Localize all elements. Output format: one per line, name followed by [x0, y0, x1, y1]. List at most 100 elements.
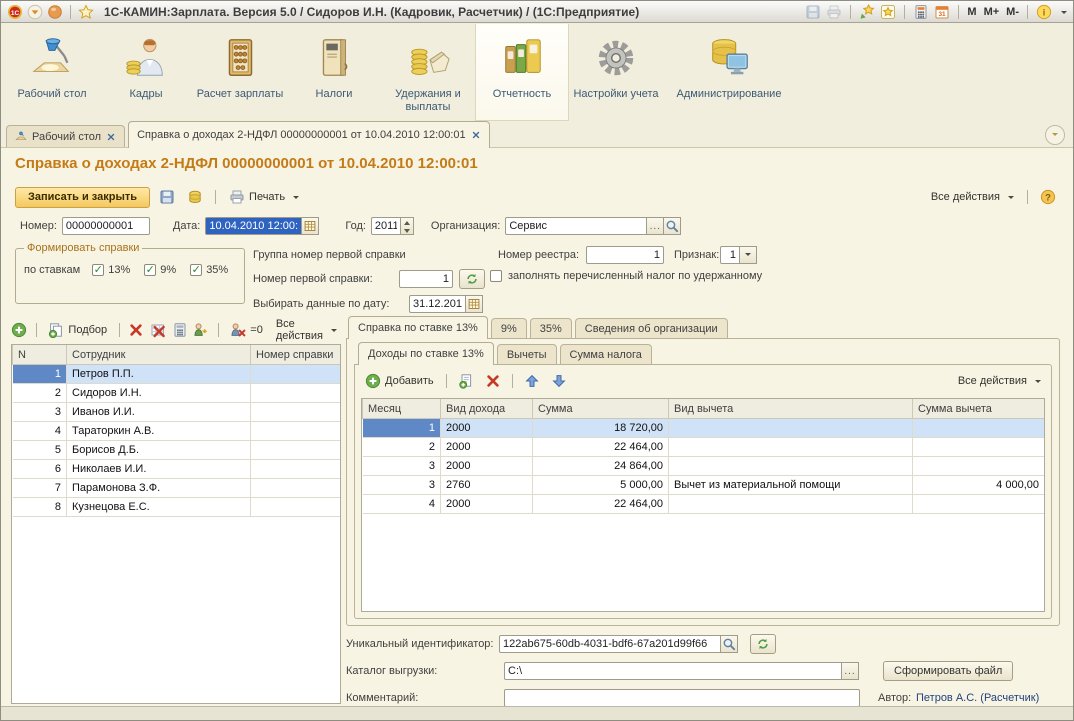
deduction-sum-cell[interactable] — [913, 495, 1045, 514]
employee-row[interactable]: 4 Тараторкин А.В. — [13, 422, 341, 441]
deduction-type-cell[interactable] — [669, 438, 913, 457]
tab-close-icon[interactable] — [471, 130, 481, 140]
deduction-type-cell[interactable]: Вычет из материальной помощи — [669, 476, 913, 495]
delete-income-row-button[interactable] — [482, 370, 504, 392]
deduction-type-cell[interactable] — [669, 457, 913, 476]
income-column-header[interactable]: Сумма — [533, 399, 669, 419]
employee-name-cell[interactable]: Николаев И.И. — [67, 460, 251, 479]
employee-cert-cell[interactable] — [251, 441, 341, 460]
income-type-cell[interactable]: 2760 — [441, 476, 533, 495]
document-tab[interactable]: Справка о доходах 2-НДФЛ 00000000001 от … — [128, 121, 490, 148]
clear-table-button[interactable] — [150, 319, 167, 341]
tab-close-icon[interactable] — [106, 132, 116, 142]
registry-number-input[interactable] — [586, 246, 664, 264]
employee-row[interactable]: 8 Кузнецова Е.С. — [13, 498, 341, 517]
employee-number-cell[interactable]: 2 — [13, 384, 67, 403]
income-sum-cell[interactable]: 22 464,00 — [533, 495, 669, 514]
print-menu-button[interactable]: Печать — [225, 187, 303, 207]
export-dir-input[interactable] — [504, 662, 842, 680]
deduction-sum-cell[interactable] — [913, 419, 1045, 438]
ribbon-section[interactable]: Администрирование — [663, 24, 795, 121]
rate-tab[interactable]: 9% — [491, 318, 527, 338]
employee-cert-cell[interactable] — [251, 403, 341, 422]
employee-number-cell[interactable]: 1 — [13, 365, 67, 384]
delete-row-button[interactable] — [128, 319, 145, 341]
income-column-header[interactable]: Сумма вычета — [913, 399, 1045, 419]
fill-employees-button[interactable] — [193, 319, 210, 341]
date-input[interactable] — [205, 217, 302, 235]
add-employee-button[interactable] — [11, 319, 28, 341]
employee-row[interactable]: 3 Иванов И.И. — [13, 403, 341, 422]
ribbon-section[interactable]: Расчет зарплаты — [193, 24, 287, 121]
income-month-cell[interactable]: 4 — [363, 495, 441, 514]
employee-row[interactable]: 1 Петров П.П. — [13, 365, 341, 384]
employee-row[interactable]: 2 Сидоров И.Н. — [13, 384, 341, 403]
income-type-cell[interactable]: 2000 — [441, 438, 533, 457]
memory-button[interactable]: М — [967, 6, 976, 18]
employee-row[interactable]: 7 Парамонова З.Ф. — [13, 479, 341, 498]
employees-column-header[interactable]: Номер справки — [251, 345, 341, 365]
help-button[interactable] — [1037, 186, 1059, 208]
employee-name-cell[interactable]: Сидоров И.Н. — [67, 384, 251, 403]
income-type-cell[interactable]: 2000 — [441, 495, 533, 514]
number-input[interactable] — [62, 217, 150, 235]
ribbon-section[interactable]: Кадры — [99, 24, 193, 121]
move-up-button[interactable] — [521, 370, 543, 392]
rate-tab[interactable]: Справка по ставке 13% — [348, 316, 488, 339]
rate-checkbox[interactable]: 13% — [92, 264, 130, 276]
org-select-button[interactable]: ... — [647, 217, 664, 235]
checkbox-icon[interactable] — [190, 264, 202, 276]
first-number-input[interactable] — [399, 270, 453, 288]
employee-row[interactable]: 5 Борисов Д.Б. — [13, 441, 341, 460]
pick-employees-button[interactable]: Подбор — [44, 320, 111, 340]
select-date-picker-button[interactable] — [466, 295, 483, 313]
employee-row[interactable]: 6 Николаев И.И. — [13, 460, 341, 479]
export-dir-select-button[interactable]: ... — [842, 662, 859, 680]
remove-zero-button[interactable]: =0 — [226, 320, 267, 340]
memory-button[interactable]: М+ — [984, 6, 1000, 18]
deduction-type-cell[interactable] — [669, 495, 913, 514]
income-row[interactable]: 1 2000 18 720,00 — [363, 419, 1045, 438]
income-month-cell[interactable]: 2 — [363, 438, 441, 457]
income-row[interactable]: 3 2760 5 000,00 Вычет из материальной по… — [363, 476, 1045, 495]
print-icon[interactable] — [826, 4, 842, 20]
make-file-button[interactable]: Сформировать файл — [883, 661, 1013, 681]
employee-cert-cell[interactable] — [251, 479, 341, 498]
checkbox-icon[interactable] — [144, 264, 156, 276]
org-input[interactable] — [505, 217, 647, 235]
income-sum-cell[interactable]: 5 000,00 — [533, 476, 669, 495]
employee-number-cell[interactable]: 7 — [13, 479, 67, 498]
employee-name-cell[interactable]: Кузнецова Е.С. — [67, 498, 251, 517]
income-month-cell[interactable]: 1 — [363, 419, 441, 438]
date-picker-button[interactable] — [302, 217, 319, 235]
income-column-header[interactable]: Вид дохода — [441, 399, 533, 419]
attr-dropdown-button[interactable] — [740, 246, 757, 264]
select-date-input[interactable] — [409, 295, 466, 313]
income-tab[interactable]: Доходы по ставке 13% — [358, 342, 494, 365]
uid-input[interactable] — [499, 635, 721, 653]
fill-tax-checkbox[interactable]: заполнять перечисленный налог по удержан… — [490, 270, 762, 282]
income-row[interactable]: 3 2000 24 864,00 — [363, 457, 1045, 476]
income-all-actions-button[interactable]: Все действия — [954, 373, 1045, 389]
income-type-cell[interactable]: 2000 — [441, 419, 533, 438]
checkbox-icon[interactable] — [92, 264, 104, 276]
add-income-button[interactable]: Добавить — [361, 371, 438, 391]
year-input[interactable] — [371, 217, 401, 235]
post-document-button[interactable] — [184, 186, 206, 208]
employees-column-header[interactable]: Сотрудник — [67, 345, 251, 365]
employee-number-cell[interactable]: 8 — [13, 498, 67, 517]
income-sum-cell[interactable]: 24 864,00 — [533, 457, 669, 476]
income-sum-cell[interactable]: 22 464,00 — [533, 438, 669, 457]
main-menu-button-icon[interactable] — [27, 4, 43, 20]
employee-name-cell[interactable]: Парамонова З.Ф. — [67, 479, 251, 498]
save-close-button[interactable]: Записать и закрыть — [15, 187, 150, 208]
rate-tab[interactable]: Сведения об организации — [575, 318, 728, 338]
employee-cert-cell[interactable] — [251, 498, 341, 517]
employee-name-cell[interactable]: Тараторкин А.В. — [67, 422, 251, 441]
employee-cert-cell[interactable] — [251, 460, 341, 479]
year-spinner[interactable] — [401, 217, 414, 235]
rate-checkbox[interactable]: 9% — [144, 264, 176, 276]
ribbon-section[interactable]: Настройки учета — [569, 24, 663, 121]
document-tab[interactable]: Рабочий стол — [6, 125, 125, 147]
ribbon-section[interactable]: Рабочий стол — [5, 24, 99, 121]
